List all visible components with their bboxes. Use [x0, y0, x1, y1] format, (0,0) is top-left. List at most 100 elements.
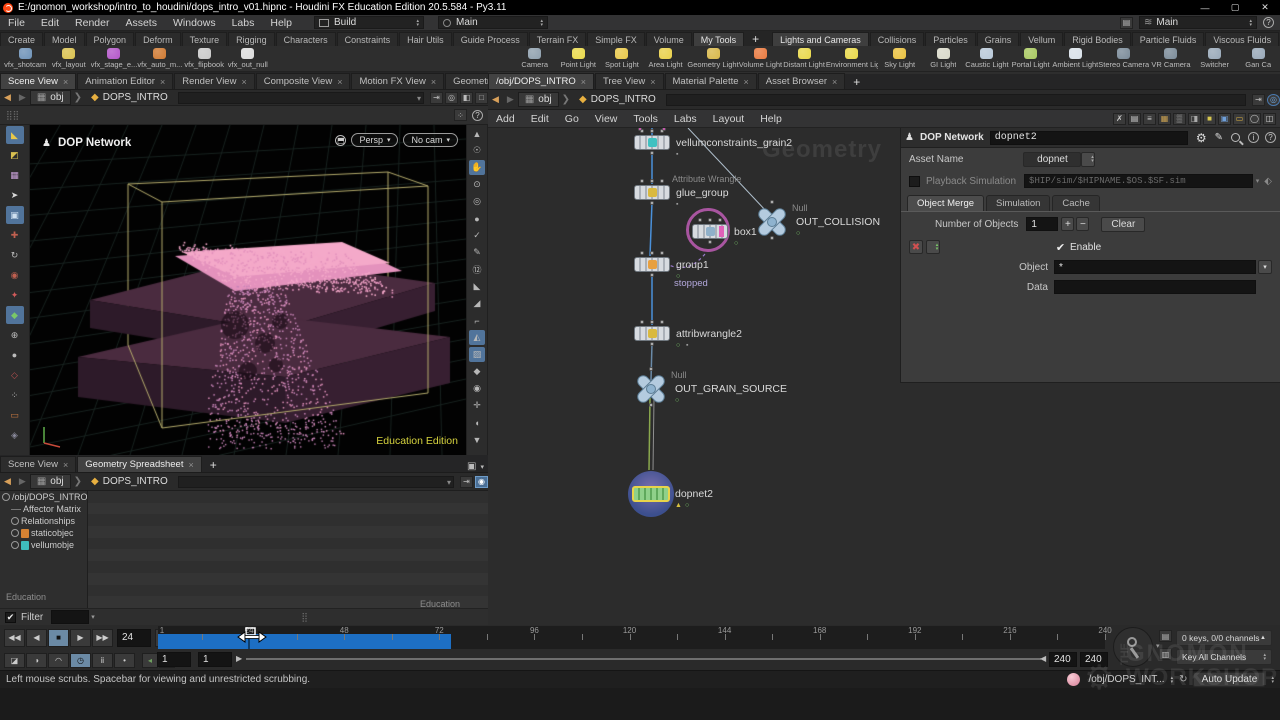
scroll-down-icon[interactable]: ▼ — [469, 432, 485, 447]
shelf-tab-deform[interactable]: Deform — [135, 32, 181, 46]
material-display-icon[interactable]: ◆ — [469, 364, 485, 379]
substep-input[interactable]: 1 — [198, 652, 232, 667]
snapshot-icon[interactable]: ◨ — [1188, 113, 1201, 125]
view-frame-icon[interactable]: ◎ — [469, 194, 485, 209]
close-tab-icon[interactable]: × — [581, 77, 586, 87]
shelf-tab-guide-process[interactable]: Guide Process — [453, 32, 528, 46]
stop-button[interactable]: ■ — [48, 629, 69, 647]
shelf-tab-polygon[interactable]: Polygon — [86, 32, 135, 46]
axis-display-icon[interactable]: ✛ — [469, 398, 485, 413]
range-slider-left-handle[interactable]: ▶ — [236, 654, 242, 663]
shelf-tool-geometry-light[interactable]: Geometry Light — [687, 46, 738, 71]
handles-icon[interactable]: ✚ — [6, 226, 24, 244]
grid-layout-icon[interactable]: ▒ — [1173, 113, 1186, 125]
path-root-chip[interactable]: ▦obj — [30, 474, 71, 489]
node-list-icon[interactable]: ≡ — [1143, 113, 1156, 125]
tree-item[interactable]: staticobjec — [0, 527, 87, 539]
radial-menu-button-icon[interactable]: ◎ — [445, 92, 458, 104]
go-start-button[interactable]: ◀◀ — [4, 629, 25, 647]
shelf-tool-gi-light[interactable]: GI Light — [922, 46, 966, 71]
add-instance-button[interactable]: + — [1061, 217, 1074, 231]
delete-entry-button[interactable]: ✖ — [909, 240, 923, 254]
radial-menu-button-icon[interactable]: ◎ — [1267, 94, 1280, 106]
range-end-input[interactable]: 240 — [1049, 652, 1077, 667]
tree-item[interactable]: Affector Matrix — [0, 503, 87, 515]
pane-tab-asset-browser[interactable]: Asset Browser× — [758, 73, 846, 89]
normals-display-icon[interactable]: ✓ — [469, 228, 485, 243]
num-objects-input[interactable]: 1 — [1026, 217, 1058, 231]
close-tab-icon[interactable]: × — [650, 77, 655, 87]
gear-icon[interactable]: ⚙ — [1196, 131, 1207, 145]
expand-icon[interactable] — [11, 517, 19, 525]
pane-tab-motion-fx-view[interactable]: Motion FX View× — [351, 73, 444, 89]
search-icon[interactable] — [1231, 133, 1240, 142]
select-arrow-icon[interactable]: ➤ — [6, 186, 24, 204]
range-end2-input[interactable]: 240 — [1080, 652, 1108, 667]
network-tools-icon[interactable]: ✗ — [1113, 113, 1126, 125]
shelf-tool-portal-light[interactable]: Portal Light — [1009, 46, 1053, 71]
shelf-tab-terrain-fx[interactable]: Terrain FX — [529, 32, 587, 46]
drag-handle-icon[interactable]: ⣿ — [301, 612, 308, 623]
camera-selector[interactable]: No cam▾ — [403, 133, 458, 147]
menu-file[interactable]: File — [0, 17, 33, 29]
shelf-tab-viscous-fluids[interactable]: Viscous Fluids — [1205, 32, 1279, 46]
pane-tab-scene-view[interactable]: Scene View× — [0, 456, 76, 472]
new-tab-button[interactable]: + — [745, 32, 766, 46]
snap-grid-icon[interactable]: ● — [6, 346, 24, 364]
pane-tab-composite-view[interactable]: Composite View× — [256, 73, 351, 89]
path-current-chip[interactable]: ◆DOPS_INTRO — [85, 475, 174, 488]
shelf-tab-model[interactable]: Model — [44, 32, 85, 46]
rotate-icon[interactable]: ◉ — [6, 266, 24, 284]
material-preview-sphere-icon[interactable] — [1067, 673, 1080, 686]
shelf-tool-caustic-light[interactable]: Caustic Light — [965, 46, 1009, 71]
nav-forward-icon[interactable]: ▶ — [503, 94, 518, 105]
shelf-tool-ambient-light[interactable]: Ambient Light — [1052, 46, 1098, 71]
view-selector[interactable]: Persp▾ — [351, 133, 398, 147]
param-tab-simulation[interactable]: Simulation — [986, 195, 1050, 211]
display-particles-icon[interactable]: ◭ — [469, 330, 485, 345]
network-menu-add[interactable]: Add — [488, 113, 523, 125]
color-palette-icon[interactable]: ▦ — [1158, 113, 1171, 125]
channel-list-icon[interactable]: ▥ — [1159, 648, 1172, 660]
menu-help[interactable]: Help — [262, 17, 300, 29]
keys-info-button[interactable]: 0 keys, 0/0 channels▲ — [1176, 630, 1272, 646]
find-node-icon[interactable]: ◯ — [1248, 113, 1261, 125]
network-box-icon[interactable]: ▭ — [1233, 113, 1246, 125]
pane-tab-scene-view[interactable]: Scene View× — [0, 73, 76, 89]
camera-display-icon[interactable]: ◉ — [469, 381, 485, 396]
maximize-pane-icon[interactable]: □ — [475, 92, 488, 104]
shelf-tab-rigid-bodies[interactable]: Rigid Bodies — [1064, 32, 1131, 46]
close-tab-icon[interactable]: × — [160, 77, 165, 87]
shelf-tool-spot-light[interactable]: Spot Light — [600, 46, 644, 71]
info-icon[interactable]: i — [1248, 132, 1259, 143]
selection-mode-icon[interactable]: ⊕ — [6, 326, 24, 344]
take-selector[interactable]: Main ▴▾ — [438, 16, 548, 29]
close-tab-icon[interactable]: × — [189, 460, 194, 470]
shelf-tool-vfx-auto-m-[interactable]: vfx_auto_m... — [137, 46, 182, 71]
audio-icon[interactable]: ◑ — [26, 653, 47, 668]
data-input[interactable] — [1054, 280, 1256, 294]
tree-item[interactable]: /obj/DOPS_INTRO — [0, 491, 87, 503]
shelf-tool-vfx-shotcam[interactable]: vfx_shotcam — [3, 46, 47, 71]
desktop-selector[interactable]: Build ▴▾ — [314, 16, 424, 29]
minimize-button[interactable]: — — [1190, 3, 1220, 13]
new-tab-button[interactable]: + — [846, 75, 867, 89]
nav-forward-icon[interactable]: ▶ — [15, 92, 30, 103]
key-all-channels-select[interactable]: Key All Channels▴▾ — [1176, 649, 1272, 665]
param-help-icon[interactable]: ? — [1265, 132, 1276, 143]
scene-viewport[interactable]: ♟ DOP Network ⬒ Persp▾ No cam▾ Education… — [30, 125, 466, 455]
snapshot-icon[interactable]: ◧ — [460, 92, 473, 104]
network-menu-help[interactable]: Help — [752, 113, 790, 125]
pin-pane-icon[interactable]: ⇥ — [1252, 94, 1265, 106]
shelf-tab-simple-fx[interactable]: Simple FX — [587, 32, 645, 46]
view-pan-icon[interactable]: ☉ — [469, 143, 485, 158]
path-field[interactable] — [666, 94, 1246, 106]
pane-tab-tree-view[interactable]: Tree View× — [595, 73, 664, 89]
cook-refresh-icon[interactable]: ↻ — [1179, 674, 1187, 685]
shelf-tool-vfx-out-null[interactable]: vfx_out_null — [226, 46, 270, 71]
shelf-tool-gan-ca[interactable]: Gan Ca — [1236, 46, 1280, 71]
menu-render[interactable]: Render — [67, 17, 117, 29]
prim-numbers-icon[interactable]: ◢ — [469, 296, 485, 311]
shelf-tool-vfx-layout[interactable]: vfx_layout — [47, 46, 91, 71]
range-slider-right-handle[interactable]: ◀ — [1040, 654, 1046, 663]
